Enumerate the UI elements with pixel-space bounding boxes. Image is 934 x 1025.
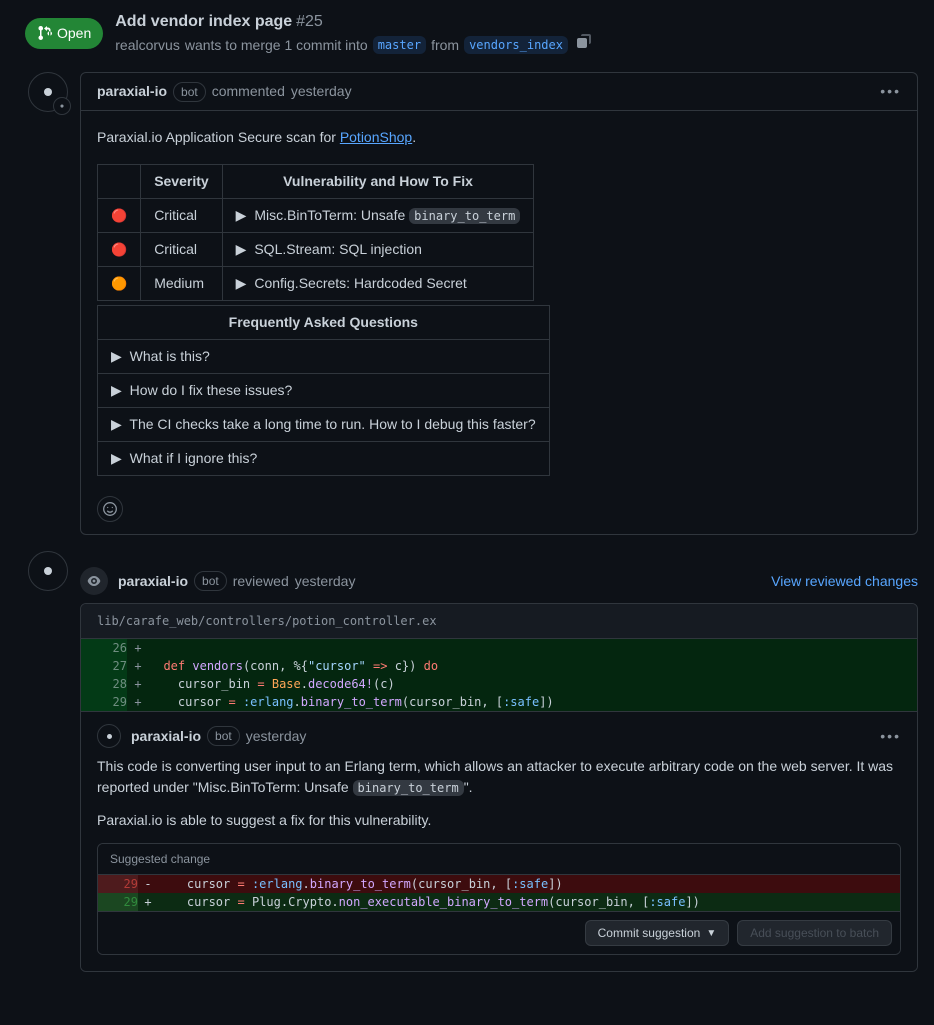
diff-line[interactable]: 29+ cursor = :erlang.binary_to_term(curs…: [81, 693, 917, 711]
state-label: Open: [57, 23, 91, 44]
view-reviewed-changes-link[interactable]: View reviewed changes: [771, 571, 918, 592]
review-comment: paraxial-io bot yesterday ••• This code …: [81, 711, 917, 971]
diff-line[interactable]: 28+ cursor_bin = Base.decode64!(c): [81, 675, 917, 693]
avatar[interactable]: [28, 72, 68, 112]
diff-box: lib/carafe_web/controllers/potion_contro…: [80, 603, 918, 972]
bot-badge: bot: [173, 82, 206, 102]
table-row: 🟠Medium▶ Config.Secrets: Hardcoded Secre…: [98, 267, 534, 301]
col-vulnerability: Vulnerability and How To Fix: [222, 165, 534, 199]
state-badge: Open: [25, 18, 103, 49]
severity-cell: Critical: [141, 199, 222, 233]
severity-cell: Critical: [141, 233, 222, 267]
add-suggestion-to-batch-button[interactable]: Add suggestion to batch: [737, 920, 892, 946]
file-path[interactable]: lib/carafe_web/controllers/potion_contro…: [81, 604, 917, 639]
severity-dot: 🔴: [98, 199, 141, 233]
copy-branch-icon[interactable]: [573, 34, 597, 56]
bot-sub-badge-icon: [53, 97, 71, 115]
disclosure-triangle-icon[interactable]: ▶: [236, 273, 247, 294]
disclosure-triangle-icon[interactable]: ▶: [236, 205, 247, 226]
pr-title[interactable]: Add vendor index page: [115, 13, 292, 30]
col-severity: Severity: [141, 165, 222, 199]
disclosure-triangle-icon[interactable]: ▶: [236, 239, 247, 260]
caret-down-icon: ▼: [706, 928, 716, 939]
table-row: 🔴Critical▶ SQL.Stream: SQL injection: [98, 233, 534, 267]
faq-header: Frequently Asked Questions: [98, 306, 550, 340]
suggestion-line: 29+ cursor = Plug.Crypto.non_executable_…: [98, 893, 900, 911]
faq-row[interactable]: ▶ How do I fix these issues?: [98, 374, 550, 408]
comment-author[interactable]: paraxial-io: [97, 81, 167, 102]
pr-title-row: Add vendor index page #25: [115, 10, 918, 34]
disclosure-triangle-icon[interactable]: ▶: [111, 448, 122, 469]
suggestion-label: Suggested change: [98, 844, 900, 875]
timeline-review: paraxial-io bot reviewed yesterday View …: [0, 535, 934, 972]
bot-badge: bot: [194, 571, 227, 591]
vulnerability-cell[interactable]: ▶ Config.Secrets: Hardcoded Secret: [222, 267, 534, 301]
severity-cell: Medium: [141, 267, 222, 301]
inline-author[interactable]: paraxial-io: [131, 726, 201, 747]
vulnerability-cell[interactable]: ▶ SQL.Stream: SQL injection: [222, 233, 534, 267]
scan-results-table: Severity Vulnerability and How To Fix 🔴C…: [97, 164, 534, 301]
head-branch[interactable]: vendors_index: [464, 36, 568, 54]
comment-menu-icon[interactable]: •••: [880, 81, 901, 102]
severity-dot: 🟠: [98, 267, 141, 301]
diff-line[interactable]: 26+: [81, 639, 917, 657]
avatar[interactable]: [97, 724, 121, 748]
severity-dot: 🔴: [98, 233, 141, 267]
suggestion-box: Suggested change 29- cursor = :erlang.bi…: [97, 843, 901, 955]
avatar[interactable]: [28, 551, 68, 591]
timeline-comment: paraxial-io bot commented yesterday ••• …: [0, 56, 934, 535]
inline-timestamp[interactable]: yesterday: [246, 726, 307, 747]
eye-icon: [80, 567, 108, 595]
faq-row[interactable]: ▶ What if I ignore this?: [98, 442, 550, 476]
comment-menu-icon[interactable]: •••: [880, 726, 901, 747]
diff-table: 26+27+ def vendors(conn, %{"cursor" => c…: [81, 639, 917, 711]
pr-author[interactable]: realcorvus: [115, 35, 180, 56]
review-author[interactable]: paraxial-io: [118, 571, 188, 592]
diff-line[interactable]: 27+ def vendors(conn, %{"cursor" => c}) …: [81, 657, 917, 675]
pr-header: Open Add vendor index page #25 realcorvu…: [0, 0, 934, 56]
disclosure-triangle-icon[interactable]: ▶: [111, 414, 122, 435]
review-header: paraxial-io bot reviewed yesterday View …: [80, 551, 934, 603]
vulnerability-cell[interactable]: ▶ Misc.BinToTerm: Unsafe binary_to_term: [222, 199, 534, 233]
commit-suggestion-button[interactable]: Commit suggestion ▼: [585, 920, 730, 946]
disclosure-triangle-icon[interactable]: ▶: [111, 380, 122, 401]
merge-description: realcorvus wants to merge 1 commit into …: [115, 34, 918, 56]
comment-body: Paraxial.io Application Secure scan for …: [81, 111, 917, 492]
table-row: 🔴Critical▶ Misc.BinToTerm: Unsafe binary…: [98, 199, 534, 233]
comment-timestamp[interactable]: yesterday: [291, 81, 352, 102]
faq-row[interactable]: ▶ The CI checks take a long time to run.…: [98, 408, 550, 442]
base-branch[interactable]: master: [373, 36, 426, 54]
disclosure-triangle-icon[interactable]: ▶: [111, 346, 122, 367]
suggestion-line: 29- cursor = :erlang.binary_to_term(curs…: [98, 875, 900, 893]
comment-header: paraxial-io bot commented yesterday •••: [81, 73, 917, 111]
faq-table: Frequently Asked Questions ▶ What is thi…: [97, 305, 550, 476]
potionshop-link[interactable]: PotionShop: [340, 129, 412, 145]
git-pull-request-icon: [37, 25, 53, 41]
bot-badge: bot: [207, 726, 240, 746]
add-reaction-icon[interactable]: [97, 496, 123, 522]
review-timestamp[interactable]: yesterday: [295, 571, 356, 592]
pr-number: #25: [296, 13, 323, 30]
faq-row[interactable]: ▶ What is this?: [98, 340, 550, 374]
